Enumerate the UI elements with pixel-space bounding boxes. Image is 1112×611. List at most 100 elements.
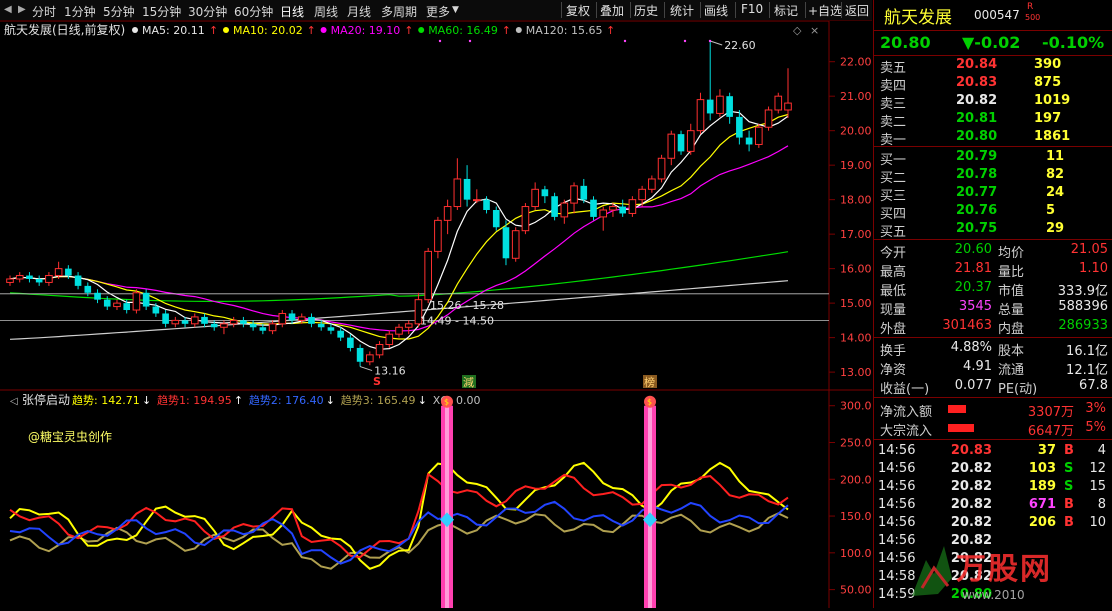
bid-price: 20.77: [956, 185, 998, 200]
tick-count: 15: [1089, 479, 1106, 494]
tab-5min[interactable]: 5分钟: [103, 3, 135, 20]
tab-weekly[interactable]: 周线: [314, 3, 338, 20]
button-add-watchlist[interactable]: +自选: [808, 2, 842, 19]
ma-dot-icon: [132, 27, 138, 33]
bid-volume: 29: [1046, 221, 1065, 236]
ma-dot-icon: [515, 27, 522, 33]
panel-next-icon[interactable]: ▶: [18, 4, 26, 15]
candle-body-up: [385, 333, 394, 346]
quote-row: 买五 20.75 29: [874, 220, 1112, 240]
quote-row: 14:56 20.82 206 B 10: [874, 514, 1112, 532]
button-adjust[interactable]: 复权: [566, 2, 590, 19]
candle-body-up: [113, 302, 121, 308]
tick-side: B: [1064, 497, 1074, 512]
price-tick-label: 22.00: [840, 56, 872, 69]
candle-body-up: [190, 316, 199, 325]
stock-name: 航天发展: [884, 8, 952, 28]
stat-label: 最高: [880, 265, 907, 280]
diamond-icon[interactable]: ◇: [793, 24, 802, 37]
indicator-collapse-icon[interactable]: ◁: [10, 396, 18, 407]
stat-label: 流通: [998, 363, 1025, 378]
site-logo-watermark: 万股网 www.2010: [904, 538, 1109, 608]
candle-body-down: [492, 210, 500, 228]
bid-volume: 24: [1046, 185, 1065, 200]
candle-body-up: [229, 319, 238, 325]
tab-monthly[interactable]: 月线: [347, 3, 371, 20]
ma-label: MA20: 19.10: [331, 24, 401, 37]
stat-label: 净资: [880, 363, 907, 378]
tick-side: B: [1064, 443, 1074, 458]
candle-body-down: [152, 306, 160, 314]
stat-value: 1.10: [1079, 261, 1108, 276]
panel-toggle-icon[interactable]: ◀: [4, 4, 12, 15]
tick-count: 4: [1097, 443, 1106, 458]
candle-body-down: [706, 99, 714, 114]
ma-arrow-icon: ↑: [502, 24, 511, 37]
bid-volume: 5: [1046, 203, 1056, 218]
chart-title: 航天发展(日线,前复权): [4, 22, 125, 37]
more-dropdown-icon[interactable]: ▼: [452, 5, 459, 15]
stat-label: 今开: [880, 246, 907, 261]
button-f10[interactable]: F10: [741, 2, 763, 16]
tick-price: 20.82: [950, 515, 992, 530]
stat-label: 量比: [998, 265, 1025, 280]
button-overlay[interactable]: 叠加: [600, 2, 624, 19]
ask-price: 20.81: [956, 111, 998, 126]
candle-body-up: [531, 188, 539, 208]
candle-body-up: [755, 126, 763, 145]
quote-row: 今开 20.60 均价 21.05: [874, 241, 1112, 261]
tick-price: 20.82: [950, 479, 992, 494]
tick-volume: 671: [1028, 497, 1056, 512]
button-draw[interactable]: 画线: [704, 2, 728, 19]
tick-count: 12: [1089, 461, 1106, 476]
button-history[interactable]: 历史: [634, 2, 658, 19]
stat-value: 301463: [942, 318, 992, 333]
price-tick-label: 21.00: [840, 90, 872, 103]
button-stats[interactable]: 统计: [670, 2, 694, 19]
button-mark[interactable]: 标记: [774, 2, 798, 19]
flow-value: 3307万: [1027, 405, 1074, 420]
signal-bang-mark: 榜: [644, 375, 655, 389]
flow-label: 净流入额: [880, 405, 933, 420]
quote-row: 卖二 20.81 197: [874, 110, 1112, 130]
candle-body-up: [472, 199, 481, 202]
candle-body-down: [580, 185, 588, 200]
tab-daily[interactable]: 日线: [280, 3, 304, 20]
candle-body-up: [45, 275, 53, 283]
candle-body-down: [463, 178, 471, 200]
button-back[interactable]: 返回: [845, 2, 869, 19]
candle-body-up: [424, 250, 432, 301]
tab-multi-period[interactable]: 多周期: [381, 3, 417, 20]
tab-more[interactable]: 更多: [426, 3, 450, 20]
candle-body-up: [443, 206, 452, 221]
quote-row: 换手 4.88% 股本 16.1亿: [874, 339, 1112, 359]
stat-value: 0.077: [954, 378, 992, 393]
candle-body-up: [628, 199, 637, 214]
candle-body-down: [619, 206, 626, 214]
tab-15min[interactable]: 15分钟: [142, 3, 181, 20]
stat-label: 市值: [998, 284, 1025, 299]
stat-value: 20.60: [954, 242, 992, 257]
stat-value: 286933: [1058, 318, 1108, 333]
tick-volume: 206: [1028, 515, 1056, 530]
ask-price: 20.80: [956, 129, 998, 144]
close-icon[interactable]: ×: [810, 24, 819, 37]
tab-timeshare[interactable]: 分时: [32, 3, 56, 20]
candle-body-down: [249, 323, 257, 328]
candle-body-up: [638, 188, 646, 201]
candle-body-up: [278, 312, 287, 325]
candle-body-down: [162, 313, 169, 324]
event-dot: [683, 39, 687, 43]
tab-30min[interactable]: 30分钟: [188, 3, 227, 20]
tab-1min[interactable]: 1分钟: [64, 3, 96, 20]
candle-body-up: [570, 185, 578, 204]
event-dot: [438, 39, 442, 43]
tick-time: 14:56: [878, 479, 916, 494]
tab-60min[interactable]: 60分钟: [234, 3, 273, 20]
badge-index: 500: [1025, 13, 1041, 22]
kline-chart-area[interactable]: 航天发展(日线,前复权) MA5: 20.11 ↑ MA10: 20.02 ↑ MA20…: [0, 21, 872, 608]
flow-bar: [948, 424, 974, 432]
price-tick-label: 13.00: [840, 366, 872, 379]
quote-row: 14:56 20.83 37 B 4: [874, 442, 1112, 460]
candle-body-down: [74, 275, 82, 286]
